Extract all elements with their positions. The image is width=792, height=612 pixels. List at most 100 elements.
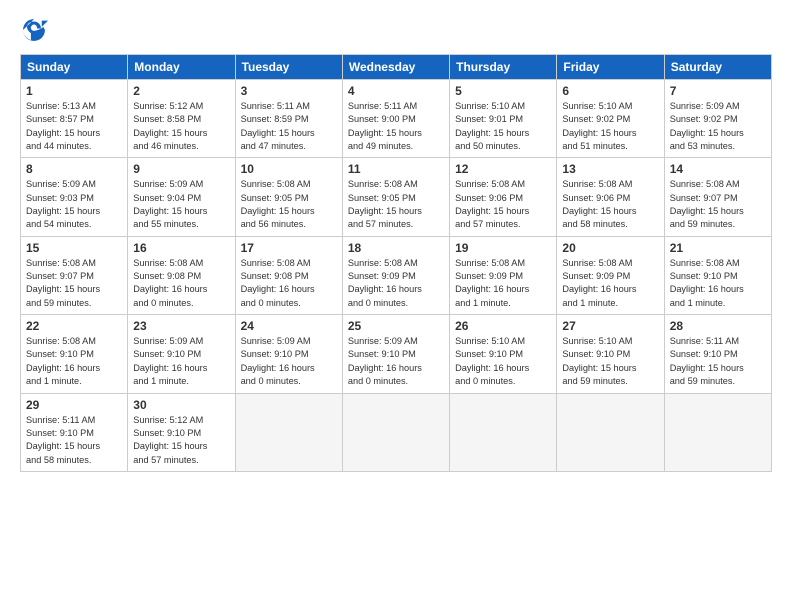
day-info: Sunrise: 5:08 AM Sunset: 9:09 PM Dayligh… [455,257,551,310]
table-row [450,393,557,471]
col-sunday: Sunday [21,55,128,80]
table-row: 5 Sunrise: 5:10 AM Sunset: 9:01 PM Daylig… [450,80,557,158]
day-info: Sunrise: 5:08 AM Sunset: 9:05 PM Dayligh… [241,178,337,231]
table-row: 3Sunrise: 5:11 AM Sunset: 8:59 PM Daylig… [235,80,342,158]
calendar-row: 22 Sunrise: 5:08 AM Sunset: 9:10 PM Dayli… [21,315,772,393]
table-row: 22 Sunrise: 5:08 AM Sunset: 9:10 PM Dayli… [21,315,128,393]
day-number: 7 [670,84,766,98]
day-info: Sunrise: 5:10 AM Sunset: 9:02 PM Dayligh… [562,100,658,153]
day-number: 12 [455,162,551,176]
table-row: 24 Sunrise: 5:09 AM Sunset: 9:10 PM Dayli… [235,315,342,393]
day-info: Sunrise: 5:09 AM Sunset: 9:02 PM Dayligh… [670,100,766,153]
day-number: 18 [348,241,444,255]
table-row: 20 Sunrise: 5:08 AM Sunset: 9:09 PM Dayli… [557,236,664,314]
calendar-row: 8 Sunrise: 5:09 AM Sunset: 9:03 PM Daylig… [21,158,772,236]
day-number: 5 [455,84,551,98]
day-info: Sunrise: 5:08 AM Sunset: 9:06 PM Dayligh… [455,178,551,231]
day-number: 19 [455,241,551,255]
day-number: 13 [562,162,658,176]
day-number: 25 [348,319,444,333]
table-row: 21 Sunrise: 5:08 AM Sunset: 9:10 PM Dayli… [664,236,771,314]
day-info: Sunrise: 5:08 AM Sunset: 9:07 PM Dayligh… [670,178,766,231]
table-row: 16 Sunrise: 5:08 AM Sunset: 9:08 PM Dayli… [128,236,235,314]
day-number: 22 [26,319,122,333]
page: Sunday Monday Tuesday Wednesday Thursday… [0,0,792,612]
day-number: 27 [562,319,658,333]
day-info: Sunrise: 5:08 AM Sunset: 9:08 PM Dayligh… [241,257,337,310]
day-info: Sunrise: 5:10 AM Sunset: 9:01 PM Dayligh… [455,100,551,153]
day-info: Sunrise: 5:11 AM Sunset: 9:10 PM Dayligh… [670,335,766,388]
calendar-row: 1 Sunrise: 5:13 AM Sunset: 8:57 PM Daylig… [21,80,772,158]
day-info: Sunrise: 5:08 AM Sunset: 9:09 PM Dayligh… [562,257,658,310]
day-info: Sunrise: 5:08 AM Sunset: 9:07 PM Dayligh… [26,257,122,310]
day-number: 4 [348,84,444,98]
table-row: 14 Sunrise: 5:08 AM Sunset: 9:07 PM Dayli… [664,158,771,236]
logo [20,16,52,44]
day-number: 30 [133,398,229,412]
table-row: 6Sunrise: 5:10 AM Sunset: 9:02 PM Daylig… [557,80,664,158]
table-row [557,393,664,471]
day-number: 11 [348,162,444,176]
table-row: 13 Sunrise: 5:08 AM Sunset: 9:06 PM Dayli… [557,158,664,236]
calendar-header-row: Sunday Monday Tuesday Wednesday Thursday… [21,55,772,80]
table-row: 19 Sunrise: 5:08 AM Sunset: 9:09 PM Dayli… [450,236,557,314]
day-info: Sunrise: 5:13 AM Sunset: 8:57 PM Dayligh… [26,100,122,153]
day-info: Sunrise: 5:09 AM Sunset: 9:10 PM Dayligh… [348,335,444,388]
day-info: Sunrise: 5:10 AM Sunset: 9:10 PM Dayligh… [455,335,551,388]
table-row [664,393,771,471]
day-info: Sunrise: 5:09 AM Sunset: 9:03 PM Dayligh… [26,178,122,231]
day-number: 8 [26,162,122,176]
table-row [342,393,449,471]
table-row: 4 Sunrise: 5:11 AM Sunset: 9:00 PM Daylig… [342,80,449,158]
day-number: 10 [241,162,337,176]
col-wednesday: Wednesday [342,55,449,80]
day-number: 29 [26,398,122,412]
day-number: 21 [670,241,766,255]
table-row: 27 Sunrise: 5:10 AM Sunset: 9:10 PM Dayli… [557,315,664,393]
table-row: 10 Sunrise: 5:08 AM Sunset: 9:05 PM Dayli… [235,158,342,236]
day-number: 17 [241,241,337,255]
day-info: Sunrise: 5:11 AM Sunset: 9:10 PM Dayligh… [26,414,122,467]
col-saturday: Saturday [664,55,771,80]
day-info: Sunrise: 5:08 AM Sunset: 9:06 PM Dayligh… [562,178,658,231]
table-row: 12 Sunrise: 5:08 AM Sunset: 9:06 PM Dayli… [450,158,557,236]
day-info: Sunrise: 5:09 AM Sunset: 9:04 PM Dayligh… [133,178,229,231]
day-info: Sunrise: 5:08 AM Sunset: 9:10 PM Dayligh… [26,335,122,388]
day-info: Sunrise: 5:08 AM Sunset: 9:08 PM Dayligh… [133,257,229,310]
table-row [235,393,342,471]
header [20,16,772,44]
calendar-row: 29 Sunrise: 5:11 AM Sunset: 9:10 PM Dayli… [21,393,772,471]
day-number: 9 [133,162,229,176]
table-row: 1 Sunrise: 5:13 AM Sunset: 8:57 PM Daylig… [21,80,128,158]
table-row: 28 Sunrise: 5:11 AM Sunset: 9:10 PM Dayli… [664,315,771,393]
calendar-row: 15 Sunrise: 5:08 AM Sunset: 9:07 PM Dayli… [21,236,772,314]
table-row: 23Sunrise: 5:09 AM Sunset: 9:10 PM Dayli… [128,315,235,393]
day-number: 14 [670,162,766,176]
day-number: 20 [562,241,658,255]
day-info: Sunrise: 5:11 AM Sunset: 9:00 PM Dayligh… [348,100,444,153]
day-info: Sunrise: 5:09 AM Sunset: 9:10 PM Dayligh… [241,335,337,388]
day-number: 28 [670,319,766,333]
day-number: 1 [26,84,122,98]
table-row: 26Sunrise: 5:10 AM Sunset: 9:10 PM Dayli… [450,315,557,393]
col-thursday: Thursday [450,55,557,80]
day-info: Sunrise: 5:12 AM Sunset: 9:10 PM Dayligh… [133,414,229,467]
calendar-table: Sunday Monday Tuesday Wednesday Thursday… [20,54,772,472]
day-info: Sunrise: 5:08 AM Sunset: 9:09 PM Dayligh… [348,257,444,310]
table-row: 11Sunrise: 5:08 AM Sunset: 9:05 PM Dayli… [342,158,449,236]
col-friday: Friday [557,55,664,80]
logo-icon [20,16,48,44]
day-number: 23 [133,319,229,333]
table-row: 15 Sunrise: 5:08 AM Sunset: 9:07 PM Dayli… [21,236,128,314]
day-info: Sunrise: 5:10 AM Sunset: 9:10 PM Dayligh… [562,335,658,388]
col-tuesday: Tuesday [235,55,342,80]
table-row: 2Sunrise: 5:12 AM Sunset: 8:58 PM Daylig… [128,80,235,158]
day-number: 15 [26,241,122,255]
day-number: 24 [241,319,337,333]
table-row: 25 Sunrise: 5:09 AM Sunset: 9:10 PM Dayli… [342,315,449,393]
table-row: 17 Sunrise: 5:08 AM Sunset: 9:08 PM Dayli… [235,236,342,314]
day-number: 3 [241,84,337,98]
day-info: Sunrise: 5:08 AM Sunset: 9:10 PM Dayligh… [670,257,766,310]
day-number: 2 [133,84,229,98]
day-number: 16 [133,241,229,255]
